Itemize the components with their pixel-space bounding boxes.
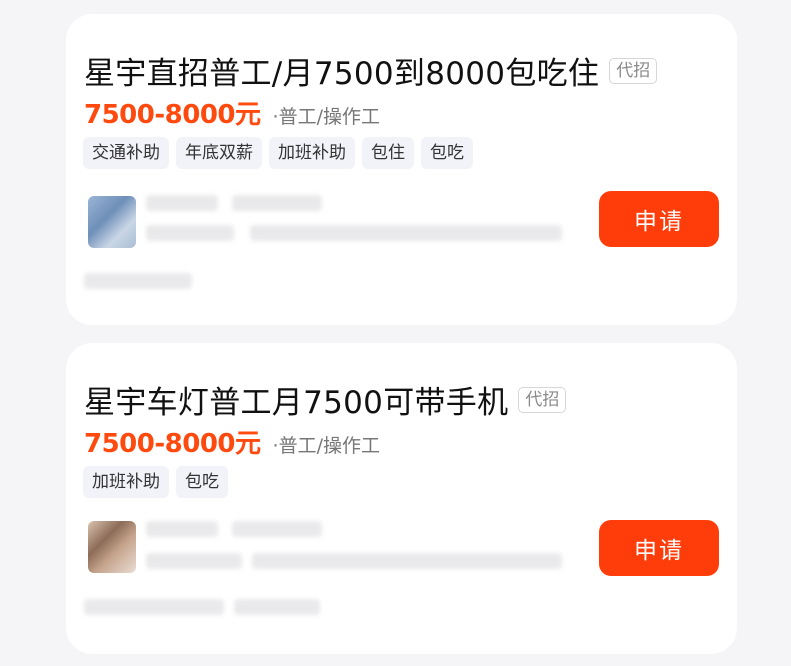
recruiter-title-redacted xyxy=(232,521,322,537)
location-redacted xyxy=(84,273,192,289)
job-category: ·普工/操作工 xyxy=(272,106,380,128)
location-redacted xyxy=(84,599,224,615)
recruiter-company-redacted xyxy=(250,225,562,241)
recruiter-avatar xyxy=(88,196,136,248)
benefit-tag: 包吃 xyxy=(421,137,473,169)
salary: 7500-8000元 xyxy=(84,100,261,130)
apply-button[interactable]: 申请 xyxy=(599,520,719,576)
location-redacted xyxy=(234,599,320,615)
recruiter-name-redacted xyxy=(146,521,218,537)
recruiter-company-redacted xyxy=(252,553,562,569)
recruiter-company-redacted xyxy=(146,225,234,241)
job-title-row: 星宇车灯普工月7500可带手机 代招 xyxy=(84,377,567,422)
recruiter-name-redacted xyxy=(146,195,218,211)
benefit-tags: 加班补助 包吃 xyxy=(83,466,228,498)
agent-badge: 代招 xyxy=(518,386,567,413)
apply-button[interactable]: 申请 xyxy=(599,191,719,247)
recruiter-avatar xyxy=(88,521,136,573)
benefit-tag: 加班补助 xyxy=(83,466,169,498)
agent-badge: 代招 xyxy=(609,57,658,84)
job-card[interactable]: 星宇车灯普工月7500可带手机 代招 7500-8000元 ·普工/操作工 加班… xyxy=(66,343,737,654)
benefit-tag: 加班补助 xyxy=(269,137,355,169)
salary-row: 7500-8000元 ·普工/操作工 xyxy=(84,423,380,460)
benefit-tags: 交通补助 年底双薪 加班补助 包住 包吃 xyxy=(83,137,473,169)
recruiter-company-redacted xyxy=(146,553,242,569)
benefit-tag: 包住 xyxy=(362,137,414,169)
benefit-tag: 年底双薪 xyxy=(176,137,262,169)
job-card[interactable]: 星宇直招普工/月7500到8000包吃住 代招 7500-8000元 ·普工/操… xyxy=(66,14,737,325)
salary: 7500-8000元 xyxy=(84,429,261,459)
job-title: 星宇车灯普工月7500可带手机 xyxy=(84,385,509,421)
benefit-tag: 包吃 xyxy=(176,466,228,498)
recruiter-title-redacted xyxy=(232,195,322,211)
job-category: ·普工/操作工 xyxy=(272,435,380,457)
salary-row: 7500-8000元 ·普工/操作工 xyxy=(84,94,380,131)
benefit-tag: 交通补助 xyxy=(83,137,169,169)
job-title: 星宇直招普工/月7500到8000包吃住 xyxy=(84,56,600,92)
job-title-row: 星宇直招普工/月7500到8000包吃住 代招 xyxy=(84,48,658,93)
